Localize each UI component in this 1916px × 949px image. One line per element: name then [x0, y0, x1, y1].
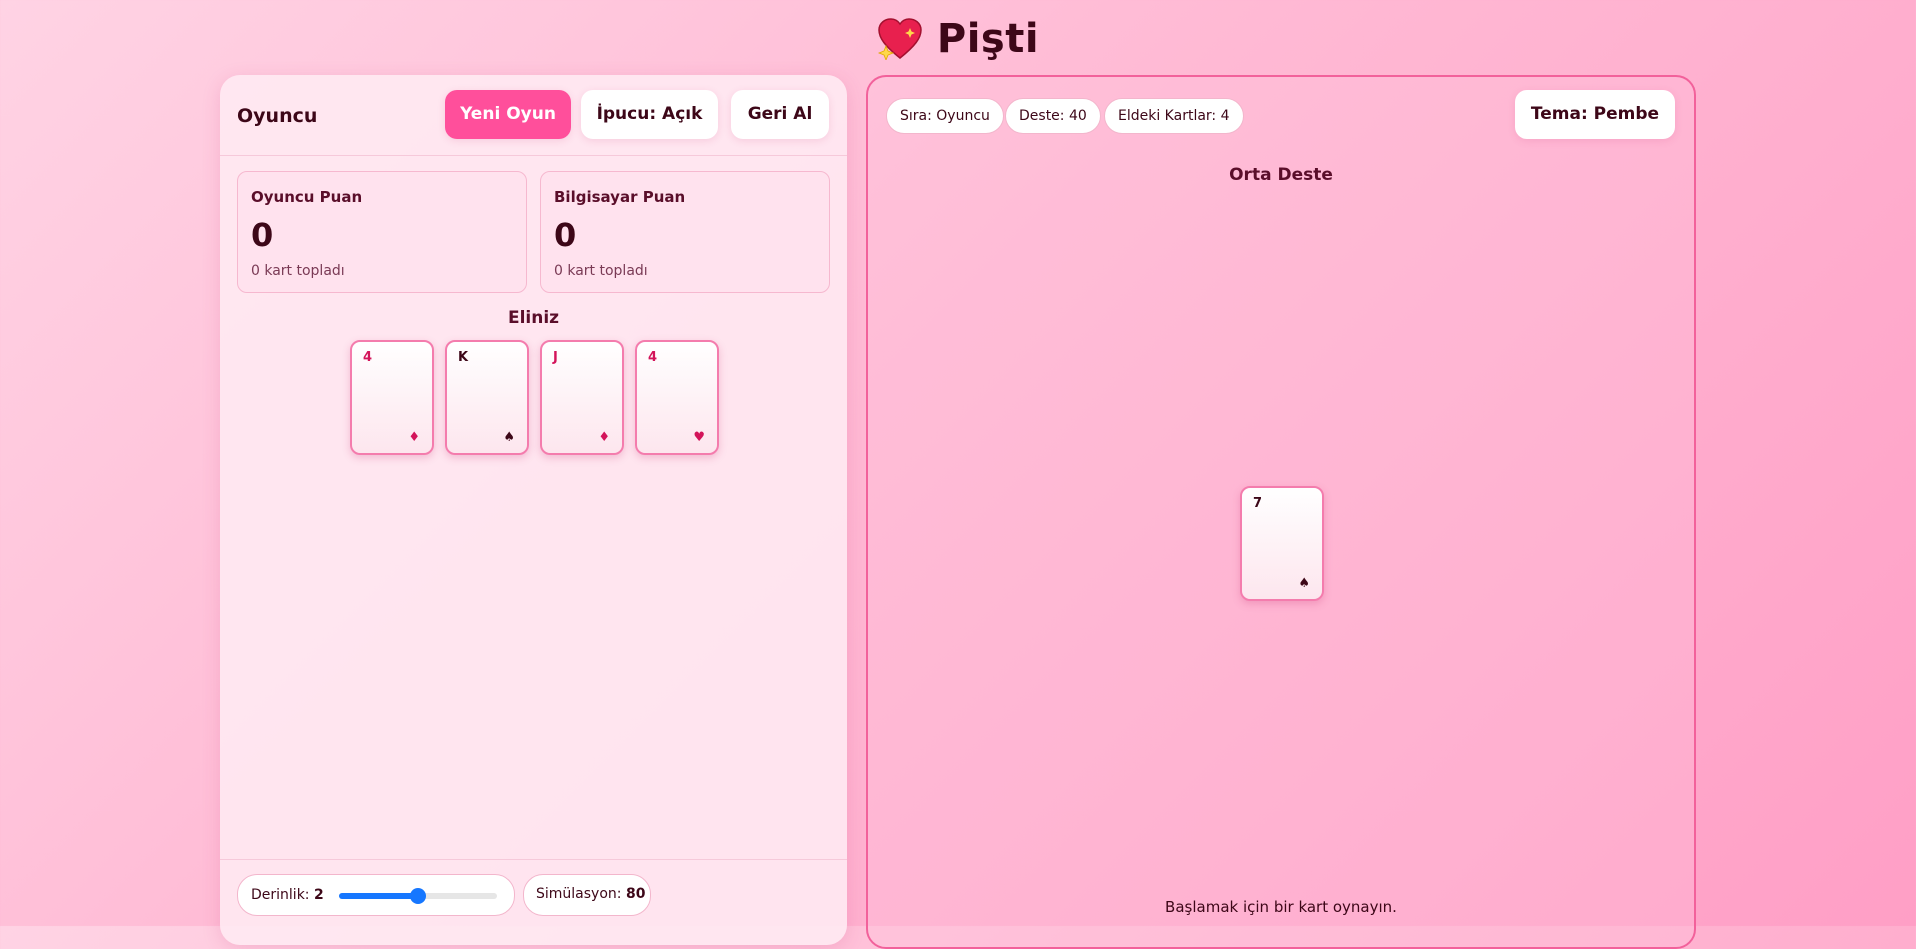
player-panel-header: Oyuncu Yeni Oyun İpucu: Açık Geri Al — [220, 75, 847, 156]
middle-pile-card: 7 ♠ — [1240, 486, 1324, 601]
hand-card[interactable]: J ♦ — [540, 340, 624, 455]
computer-score-label: Bilgisayar Puan — [554, 188, 686, 206]
player-score-card: Oyuncu Puan 0 0 kart topladı — [237, 171, 527, 293]
player-panel-footer: Derinlik: 2 Simülasyon: 80 — [220, 859, 847, 946]
hint-toggle-button[interactable]: İpucu: Açık — [581, 90, 718, 139]
new-game-button[interactable]: Yeni Oyun — [445, 90, 571, 139]
card-rank: 4 — [363, 350, 373, 365]
player-collected-count: 0 kart topladı — [251, 263, 345, 279]
depth-control: Derinlik: 2 — [237, 874, 515, 916]
deck-count-chip: Deste: 40 — [1005, 98, 1101, 134]
heart-suit-icon: ♥ — [693, 430, 705, 445]
spade-suit-icon: ♠ — [503, 430, 515, 445]
depth-label: Derinlik: — [251, 887, 310, 903]
diamond-suit-icon: ♦ — [598, 430, 610, 445]
hand-card[interactable]: 4 ♥ — [635, 340, 719, 455]
app-title-text: Pişti — [936, 16, 1040, 62]
simulation-value: 80 — [625, 886, 646, 902]
diamond-suit-icon: ♦ — [408, 430, 420, 445]
undo-button[interactable]: Geri Al — [731, 90, 829, 139]
card-rank: 4 — [648, 350, 658, 365]
simulation-label: Simülasyon: — [536, 886, 622, 902]
player-score-value: 0 — [251, 216, 274, 254]
hand-card[interactable]: K ♠ — [445, 340, 529, 455]
card-rank: J — [553, 350, 558, 365]
sparkling-heart-icon — [877, 18, 923, 60]
depth-slider-fill — [339, 893, 418, 899]
status-message: Başlamak için bir kart oynayın. — [1165, 898, 1397, 916]
middle-pile-title: Orta Deste — [1229, 165, 1333, 185]
hand-title: Eliniz — [507, 308, 560, 328]
player-panel-title: Oyuncu — [237, 105, 318, 127]
hand-card[interactable]: 4 ♦ — [350, 340, 434, 455]
depth-slider-thumb[interactable] — [410, 888, 426, 904]
simulation-display: Simülasyon: 80 — [523, 874, 651, 916]
player-score-label: Oyuncu Puan — [251, 188, 363, 206]
spade-suit-icon: ♠ — [1298, 576, 1310, 591]
card-rank: K — [458, 350, 469, 365]
table-panel: Sıra: Oyuncu Deste: 40 Eldeki Kartlar: 4… — [866, 75, 1696, 949]
player-panel: Oyuncu Yeni Oyun İpucu: Açık Geri Al Oyu… — [220, 75, 847, 945]
card-rank: 7 — [1253, 496, 1263, 511]
depth-slider[interactable] — [339, 888, 497, 904]
app-title: Pişti — [0, 14, 1916, 62]
computer-score-value: 0 — [554, 216, 577, 254]
computer-collected-count: 0 kart topladı — [554, 263, 648, 279]
theme-button[interactable]: Tema: Pembe — [1515, 90, 1675, 139]
computer-score-card: Bilgisayar Puan 0 0 kart topladı — [540, 171, 830, 293]
turn-chip: Sıra: Oyuncu — [886, 98, 1004, 134]
hand-cards-chip: Eldeki Kartlar: 4 — [1104, 98, 1244, 134]
depth-value: 2 — [314, 887, 324, 903]
